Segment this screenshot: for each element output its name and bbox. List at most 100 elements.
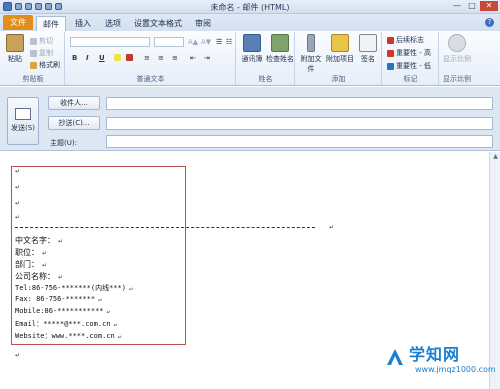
decrease-indent-icon[interactable]: ⇤ bbox=[190, 54, 196, 62]
paperclip-icon bbox=[307, 34, 315, 52]
paragraph-mark: ↵ bbox=[113, 321, 118, 328]
signature-text: Fax: 86-756-******* bbox=[15, 295, 96, 303]
to-button[interactable]: 收件人... bbox=[48, 96, 100, 110]
group-label-basic-text: 普通文本 bbox=[136, 75, 165, 83]
window-title: 未命名 - 邮件 (HTML) bbox=[210, 3, 290, 12]
font-size-combo[interactable] bbox=[154, 37, 184, 47]
title-bar: 未命名 - 邮件 (HTML) — □ ✕ bbox=[0, 0, 500, 14]
watermark-logo-icon bbox=[387, 349, 403, 365]
attach-item-button[interactable]: 附加项目 bbox=[326, 34, 354, 64]
ribbon: 粘贴 剪切 复制 格式刷 剪贴板 A▲ A▼ ☰ ☷ B I U ≡ ≡ ≡ ⇤… bbox=[0, 31, 500, 86]
low-importance-button[interactable]: 重要性 - 低 bbox=[387, 61, 431, 71]
tab-insert[interactable]: 插入 bbox=[70, 16, 96, 31]
shrink-font-icon[interactable]: A▼ bbox=[201, 38, 211, 46]
bold-button[interactable]: B bbox=[72, 54, 77, 62]
magnifier-icon bbox=[448, 34, 466, 52]
tab-message[interactable]: 邮件 bbox=[36, 16, 66, 31]
paragraph-mark: ↵ bbox=[42, 250, 48, 257]
paragraph-mark: ↵ bbox=[98, 296, 102, 303]
signature-label: 签名 bbox=[361, 55, 375, 63]
scroll-up-arrow-icon[interactable]: ▲ bbox=[490, 152, 500, 162]
bullets-icon[interactable]: ☰ bbox=[216, 38, 222, 46]
vertical-scrollbar[interactable]: ▲ bbox=[489, 152, 500, 389]
highlight-swatch bbox=[114, 54, 121, 61]
group-label-tags: 标记 bbox=[403, 75, 418, 83]
paragraph-mark: ↵ bbox=[106, 308, 111, 315]
check-names-button[interactable]: 检查姓名 bbox=[265, 34, 295, 64]
underline-button[interactable]: U bbox=[99, 54, 105, 62]
send-button[interactable]: 发送(S) bbox=[7, 97, 39, 145]
cc-button[interactable]: 抄送(C)... bbox=[48, 116, 100, 130]
ribbon-tabs: 文件 邮件 插入 选项 设置文本格式 审阅 ? bbox=[0, 14, 500, 31]
group-names: 通讯簿 检查姓名 姓名 bbox=[237, 32, 295, 85]
highlight-icon[interactable] bbox=[114, 54, 121, 61]
font-color-icon[interactable] bbox=[126, 54, 133, 61]
align-center-icon[interactable]: ≡ bbox=[158, 54, 164, 62]
signature-line: Mobile:86-*********** ↵ bbox=[15, 307, 110, 315]
high-importance-label: 重要性 - 高 bbox=[396, 49, 431, 57]
attach-file-button[interactable]: 附加文件 bbox=[298, 34, 324, 74]
signature-text: 部门： bbox=[15, 260, 39, 269]
signature-text: Tel:86-756-*******(内线***) bbox=[15, 284, 126, 292]
attach-item-label: 附加项目 bbox=[326, 55, 354, 63]
increase-indent-icon[interactable]: ⇥ bbox=[204, 54, 210, 62]
address-book-button[interactable]: 通讯簿 bbox=[239, 34, 265, 64]
tab-file[interactable]: 文件 bbox=[3, 15, 33, 30]
help-icon[interactable]: ? bbox=[485, 18, 494, 27]
dashed-separator bbox=[15, 227, 315, 228]
font-family-combo[interactable] bbox=[70, 37, 150, 47]
signature-button[interactable]: 签名 bbox=[356, 34, 380, 64]
minimize-button[interactable]: — bbox=[450, 1, 464, 11]
group-label-names: 姓名 bbox=[258, 75, 273, 83]
subject-field[interactable] bbox=[106, 135, 493, 148]
to-field[interactable] bbox=[106, 97, 493, 110]
copy-label: 复制 bbox=[39, 49, 53, 57]
subject-label: 主题(U): bbox=[50, 139, 77, 147]
align-right-icon[interactable]: ≡ bbox=[172, 54, 178, 62]
paragraph-mark: ↵ bbox=[15, 352, 21, 359]
signature-text: Email：*****@***.com.cn bbox=[15, 320, 111, 328]
down-arrow-icon bbox=[387, 62, 394, 70]
signature-text: Website：www.****.com.cn bbox=[15, 332, 115, 340]
italic-button[interactable]: I bbox=[86, 54, 89, 62]
cc-field[interactable] bbox=[106, 117, 493, 130]
send-label: 发送(S) bbox=[11, 124, 35, 132]
signature-line: Email：*****@***.com.cn ↵ bbox=[15, 319, 117, 329]
group-include: 附加文件 附加项目 签名 添加 bbox=[296, 32, 382, 85]
paragraph-mark: ↵ bbox=[15, 184, 21, 191]
zoom-button[interactable]: 显示比例 bbox=[442, 34, 472, 64]
grow-font-icon[interactable]: A▲ bbox=[188, 38, 198, 46]
group-basic-text: A▲ A▼ ☰ ☷ B I U ≡ ≡ ≡ ⇤ ⇥ 普通文本 bbox=[66, 32, 236, 85]
brush-icon bbox=[30, 61, 37, 69]
check-names-label: 检查姓名 bbox=[266, 55, 294, 63]
cut-label: 剪切 bbox=[39, 37, 53, 45]
align-left-icon[interactable]: ≡ bbox=[144, 54, 150, 62]
signature-line: Fax: 86-756-******* ↵ bbox=[15, 295, 102, 303]
message-body[interactable]: ↵ ↵ ↵ ↵ ↵ 中文名字： ↵ 职位： ↵ 部门： ↵ 公司名称： ↵ Tel:86… bbox=[0, 152, 500, 389]
follow-up-button[interactable]: 后续标志 bbox=[387, 35, 424, 45]
paste-button[interactable]: 粘贴 bbox=[5, 34, 25, 64]
check-names-icon bbox=[271, 34, 289, 52]
signature-icon bbox=[359, 34, 377, 52]
maximize-button[interactable]: □ bbox=[465, 1, 479, 11]
scissors-icon bbox=[30, 37, 37, 45]
group-zoom: 显示比例 显示比例 bbox=[440, 32, 474, 85]
numbering-icon[interactable]: ☷ bbox=[226, 38, 232, 46]
group-label-clipboard: 剪贴板 bbox=[22, 75, 44, 83]
flag-icon bbox=[387, 36, 394, 44]
paragraph-mark: ↵ bbox=[58, 274, 64, 281]
cut-button[interactable]: 剪切 bbox=[30, 36, 53, 46]
paragraph-mark: ↵ bbox=[117, 333, 122, 340]
signature-line: 中文名字： ↵ bbox=[15, 235, 63, 246]
signature-line: 职位： ↵ bbox=[15, 247, 47, 258]
font-color-swatch bbox=[126, 54, 133, 61]
address-book-icon bbox=[243, 34, 261, 52]
format-painter-button[interactable]: 格式刷 bbox=[30, 60, 60, 70]
copy-button[interactable]: 复制 bbox=[30, 48, 53, 58]
tab-review[interactable]: 审阅 bbox=[190, 16, 216, 31]
close-button[interactable]: ✕ bbox=[480, 1, 498, 11]
high-importance-button[interactable]: 重要性 - 高 bbox=[387, 48, 431, 58]
low-importance-label: 重要性 - 低 bbox=[396, 62, 431, 70]
tab-options[interactable]: 选项 bbox=[100, 16, 126, 31]
tab-format-text[interactable]: 设置文本格式 bbox=[128, 16, 188, 31]
